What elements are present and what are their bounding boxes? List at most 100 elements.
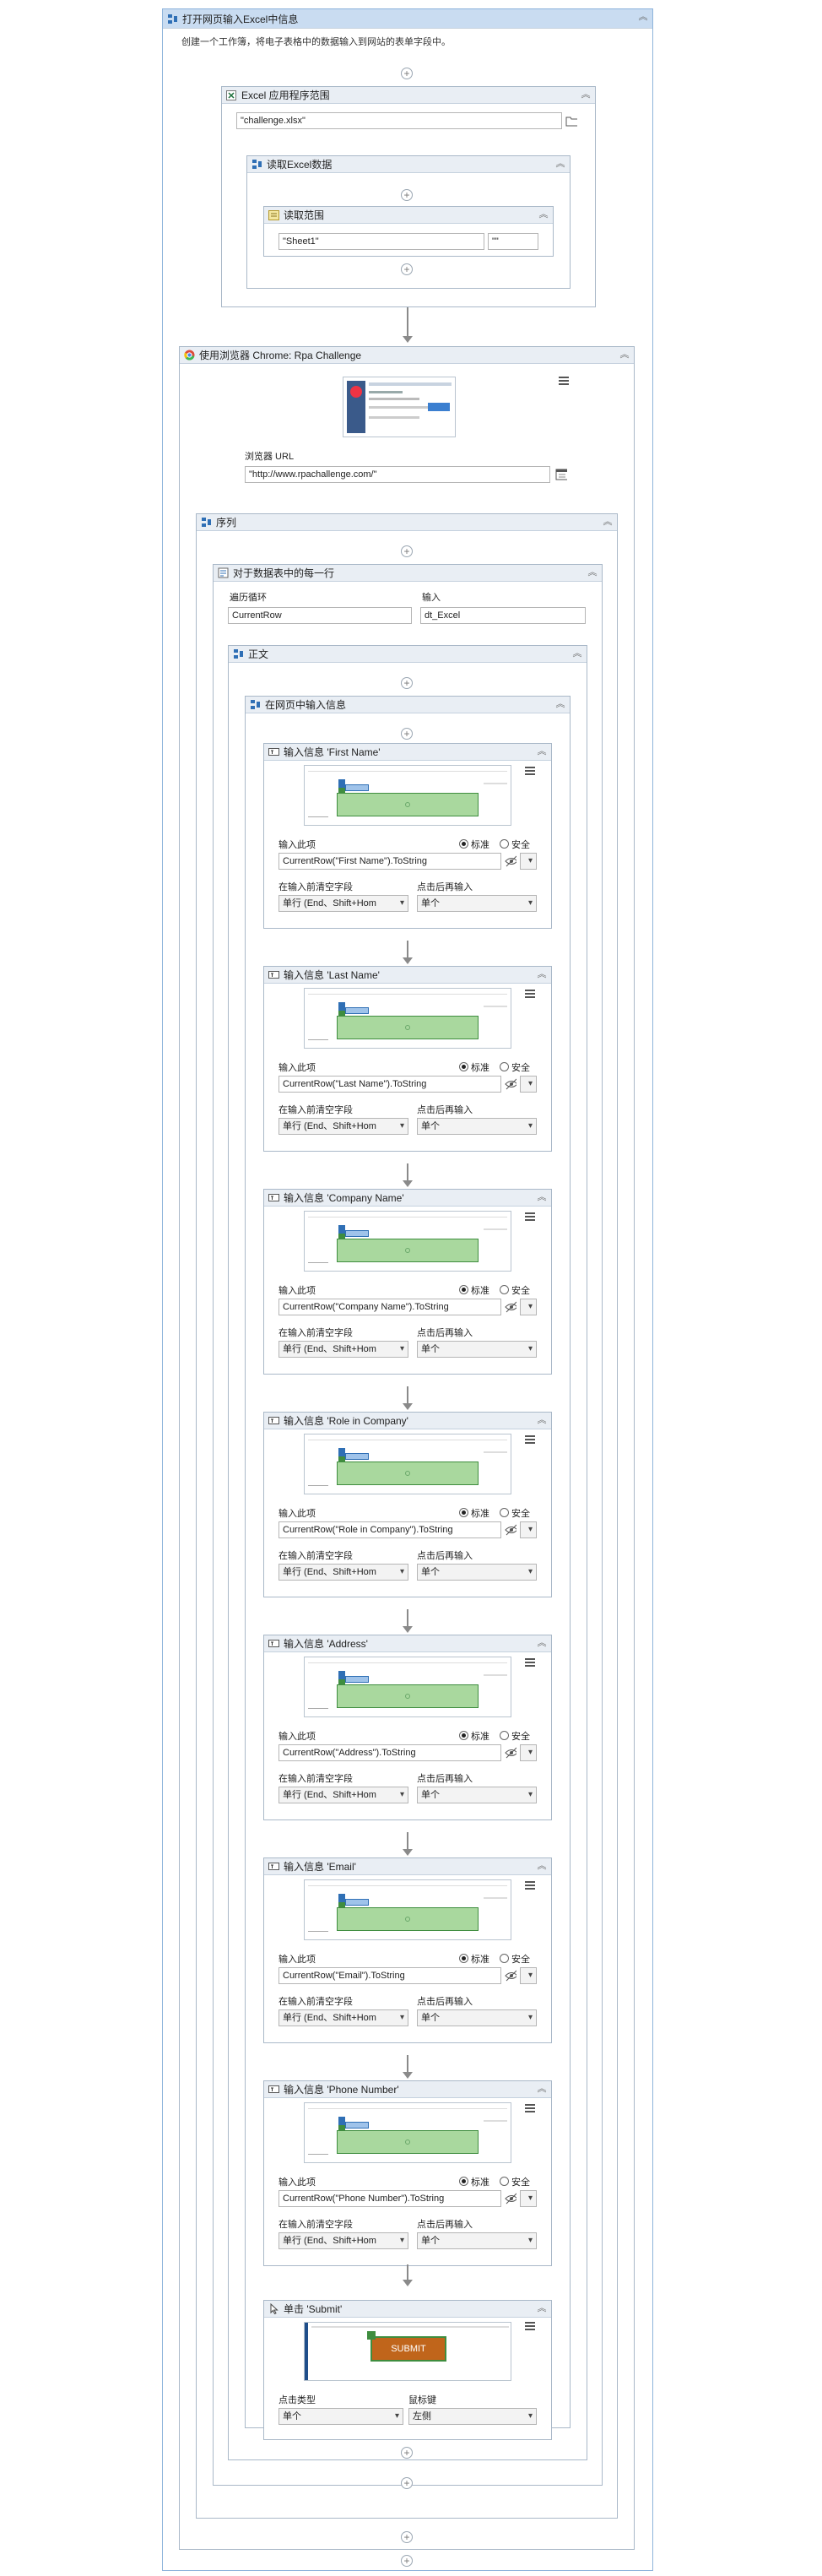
standard-radio[interactable]: 标准 (459, 1952, 489, 1966)
secure-radio[interactable]: 安全 (500, 2175, 530, 2188)
eye-hidden-icon[interactable] (505, 1970, 516, 1982)
iterate-input[interactable]: CurrentRow (228, 607, 412, 624)
submit-screenshot-thumbnail[interactable]: SUBMIT (304, 2322, 511, 2381)
plus-icon[interactable]: + (401, 2555, 413, 2567)
input-method-dropdown[interactable] (520, 1744, 537, 1761)
click-before-select[interactable]: 单个 (417, 1341, 537, 1358)
datatable-input[interactable]: dt_Excel (420, 607, 586, 624)
plus-icon[interactable]: + (401, 2531, 413, 2543)
input-method-dropdown[interactable] (520, 1076, 537, 1093)
plus-icon[interactable]: + (401, 728, 413, 740)
for-each-row-header[interactable]: 对于数据表中的每一行 ︽ (214, 565, 602, 582)
type-into-header[interactable]: 输入信息 'Last Name' ︽ (264, 967, 551, 984)
target-element-thumbnail[interactable] (304, 765, 511, 826)
collapse-icon[interactable]: ︽ (571, 648, 583, 659)
collapse-icon[interactable]: ︽ (536, 746, 548, 757)
click-before-select[interactable]: 单个 (417, 1564, 537, 1581)
collapse-icon[interactable]: ︽ (587, 567, 598, 578)
eye-hidden-icon[interactable] (505, 1078, 516, 1090)
mouse-button-select[interactable]: 左侧 (408, 2408, 537, 2425)
standard-radio[interactable]: 标准 (459, 1060, 489, 1074)
type-text-input[interactable]: CurrentRow("Last Name").ToString (279, 1076, 501, 1093)
click-submit-header[interactable]: 单击 'Submit' ︽ (264, 2301, 551, 2318)
click-before-select[interactable]: 单个 (417, 2232, 537, 2249)
collapse-icon[interactable]: ︽ (536, 2302, 548, 2314)
standard-radio[interactable]: 标准 (459, 1729, 489, 1743)
collapse-icon[interactable]: ︽ (536, 1414, 548, 1426)
standard-radio[interactable]: 标准 (459, 1506, 489, 1520)
empty-field-select[interactable]: 单行 (End、Shift+Hom (279, 895, 408, 912)
plus-icon[interactable]: + (401, 189, 413, 201)
hamburger-menu-icon[interactable] (525, 2322, 535, 2330)
browser-url-input[interactable]: "http://www.rpachallenge.com/" (245, 466, 550, 483)
secure-radio[interactable]: 安全 (500, 838, 530, 851)
eye-hidden-icon[interactable] (505, 1524, 516, 1536)
empty-field-select[interactable]: 单行 (End、Shift+Hom (279, 2009, 408, 2026)
open-browser-header[interactable]: 使用浏览器 Chrome: Rpa Challenge ︽ (180, 347, 634, 364)
workbook-path-input[interactable]: "challenge.xlsx" (236, 112, 562, 129)
target-element-thumbnail[interactable] (304, 1211, 511, 1272)
empty-field-select[interactable]: 单行 (End、Shift+Hom (279, 1787, 408, 1803)
secure-radio[interactable]: 安全 (500, 1060, 530, 1074)
input-method-dropdown[interactable] (520, 1967, 537, 1984)
click-before-select[interactable]: 单个 (417, 895, 537, 912)
hamburger-menu-icon[interactable] (525, 990, 535, 998)
eye-hidden-icon[interactable] (505, 2193, 516, 2205)
type-into-header[interactable]: 输入信息 'Email' ︽ (264, 1858, 551, 1875)
plus-icon[interactable]: + (401, 545, 413, 557)
web-input-header[interactable]: 在网页中输入信息 ︽ (246, 697, 570, 713)
hamburger-menu-icon[interactable] (559, 377, 569, 385)
inner-sequence-header[interactable]: 序列 ︽ (197, 514, 617, 531)
target-element-thumbnail[interactable] (304, 1657, 511, 1717)
hamburger-menu-icon[interactable] (525, 2104, 535, 2112)
empty-field-select[interactable]: 单行 (End、Shift+Hom (279, 2232, 408, 2249)
collapse-icon[interactable]: ︽ (637, 11, 649, 23)
eye-hidden-icon[interactable] (505, 1747, 516, 1759)
hamburger-menu-icon[interactable] (525, 767, 535, 775)
plus-icon[interactable]: + (401, 263, 413, 275)
excel-scope-header[interactable]: Excel 应用程序范围 ︽ (222, 87, 595, 104)
sheet-name-input[interactable]: "Sheet1" (279, 233, 484, 250)
standard-radio[interactable]: 标准 (459, 838, 489, 851)
main-sequence-header[interactable]: 打开网页输入Excel中信息 ︽ (163, 9, 652, 29)
hamburger-menu-icon[interactable] (525, 1658, 535, 1667)
type-into-header[interactable]: 输入信息 'Phone Number' ︽ (264, 2081, 551, 2098)
type-into-header[interactable]: 输入信息 'First Name' ︽ (264, 744, 551, 761)
body-header[interactable]: 正文 ︽ (229, 646, 587, 663)
click-before-select[interactable]: 单个 (417, 1118, 537, 1135)
hamburger-menu-icon[interactable] (525, 1212, 535, 1221)
click-before-select[interactable]: 单个 (417, 2009, 537, 2026)
target-element-thumbnail[interactable] (304, 2102, 511, 2163)
input-method-dropdown[interactable] (520, 1521, 537, 1538)
eye-hidden-icon[interactable] (505, 1301, 516, 1313)
calendar-icon[interactable] (555, 469, 567, 480)
collapse-icon[interactable]: ︽ (536, 1637, 548, 1649)
read-range-header[interactable]: 读取范围 ︽ (264, 207, 553, 224)
plus-icon[interactable]: + (401, 2447, 413, 2459)
type-text-input[interactable]: CurrentRow("Email").ToString (279, 1967, 501, 1984)
secure-radio[interactable]: 安全 (500, 1952, 530, 1966)
click-before-select[interactable]: 单个 (417, 1787, 537, 1803)
collapse-icon[interactable]: ︽ (536, 1860, 548, 1872)
type-text-input[interactable]: CurrentRow("First Name").ToString (279, 853, 501, 870)
secure-radio[interactable]: 安全 (500, 1506, 530, 1520)
type-text-input[interactable]: CurrentRow("Role in Company").ToString (279, 1521, 501, 1538)
secure-radio[interactable]: 安全 (500, 1283, 530, 1297)
eye-hidden-icon[interactable] (505, 855, 516, 867)
folder-icon[interactable] (565, 115, 577, 127)
collapse-icon[interactable]: ︽ (554, 698, 566, 710)
collapse-icon[interactable]: ︽ (602, 516, 614, 528)
collapse-icon[interactable]: ︽ (536, 968, 548, 980)
input-method-dropdown[interactable] (520, 1299, 537, 1315)
type-text-input[interactable]: CurrentRow("Phone Number").ToString (279, 2190, 501, 2207)
plus-icon[interactable]: + (401, 677, 413, 689)
target-element-thumbnail[interactable] (304, 1434, 511, 1494)
click-type-select[interactable]: 单个 (279, 2408, 403, 2425)
target-element-thumbnail[interactable] (304, 1879, 511, 1940)
collapse-icon[interactable]: ︽ (536, 1191, 548, 1203)
type-text-input[interactable]: CurrentRow("Address").ToString (279, 1744, 501, 1761)
empty-field-select[interactable]: 单行 (End、Shift+Hom (279, 1341, 408, 1358)
type-into-header[interactable]: 输入信息 'Role in Company' ︽ (264, 1413, 551, 1429)
collapse-icon[interactable]: ︽ (536, 2083, 548, 2095)
type-into-header[interactable]: 输入信息 'Company Name' ︽ (264, 1190, 551, 1207)
